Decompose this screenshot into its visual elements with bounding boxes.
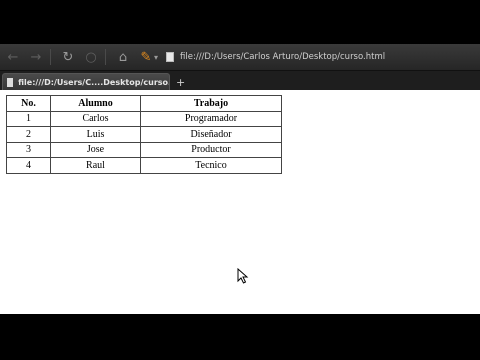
table-cell: Productor [140,141,282,158]
page-icon [7,77,14,87]
table-cell: Carlos [50,110,141,127]
table-cell: Luis [50,126,141,143]
letterbox-top [0,0,480,44]
address-bar[interactable]: file:///D:/Users/Carlos Arturo/Desktop/c… [166,52,385,62]
navigation-toolbar: ← → ↻ ○ ⌂ ✎ ▾ file:///D:/Users/Carlos Ar… [0,44,480,71]
students-table: No. Alumno Trabajo 1 Carlos Programador … [6,95,282,174]
table-cell: 3 [6,141,51,158]
tab-curso[interactable]: file:///D:/Users/C....Desktop/curso.html [2,73,170,90]
column-header-trabajo: Trabajo [140,95,282,112]
back-arrow-icon[interactable]: ← [3,47,23,67]
table-cell: Jose [50,141,141,158]
stop-icon[interactable]: ○ [81,47,101,67]
table-row: 1 Carlos Programador [6,110,282,127]
toolbar-separator [50,49,51,65]
new-tab-button[interactable]: + [176,77,185,88]
table-row: 2 Luis Diseñador [6,126,282,143]
forward-arrow-icon[interactable]: → [26,47,46,67]
table-cell: Raul [50,157,141,174]
chevron-down-icon[interactable]: ▾ [154,53,158,62]
address-url[interactable]: file:///D:/Users/Carlos Arturo/Desktop/c… [180,52,385,62]
tab-strip: file:///D:/Users/C....Desktop/curso.html… [0,71,480,90]
table-cell: 2 [6,126,51,143]
column-header-no: No. [6,95,51,112]
column-header-alumno: Alumno [50,95,141,112]
tab-title: file:///D:/Users/C....Desktop/curso.html [18,77,169,87]
table-cell: Tecnico [140,157,282,174]
page-content: No. Alumno Trabajo 1 Carlos Programador … [0,90,480,314]
table-cell: Programador [140,110,282,127]
mouse-cursor-icon [237,268,249,284]
table-row: 3 Jose Productor [6,141,282,158]
reload-icon[interactable]: ↻ [58,47,78,67]
table-cell: 1 [6,110,51,127]
pen-icon[interactable]: ✎ [136,47,156,67]
toolbar-separator [105,49,106,65]
table-row: 4 Raul Tecnico [6,157,282,174]
letterbox-bottom [0,314,480,360]
table-cell: Diseñador [140,126,282,143]
home-icon[interactable]: ⌂ [113,47,133,67]
table-header-row: No. Alumno Trabajo [6,95,282,112]
page-icon [166,52,175,62]
table-cell: 4 [6,157,51,174]
